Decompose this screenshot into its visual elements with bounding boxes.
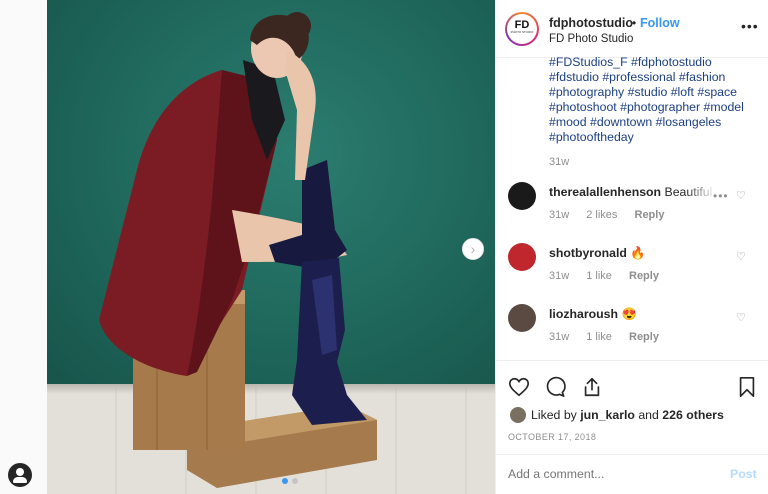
comment-input[interactable] [508,467,708,481]
comment-text: 😍 [621,307,637,321]
caption-line[interactable]: #photooftheday [549,130,749,145]
commenter-avatar[interactable] [508,243,536,271]
reply-button[interactable]: Reply [635,209,665,221]
commenter-avatar[interactable] [508,182,536,210]
caption-line[interactable]: #FDStudios_F #fdphotostudio [549,55,749,70]
reply-button[interactable]: Reply [629,331,659,343]
post-username[interactable]: fdphotostudio [549,16,633,30]
model-illustration [99,12,377,488]
post-comment-button[interactable]: Post [730,467,757,481]
post-actions: Liked by jun_karlo and 226 others OCTOBE… [496,360,768,490]
more-icon[interactable]: ••• [741,18,759,34]
caption-timestamp[interactable]: 31w [549,156,569,168]
comment-time: 31w [549,270,570,282]
caption-line[interactable]: #photoshoot #photographer #model [549,100,749,115]
commenter-avatar[interactable] [508,304,536,332]
comment-heart-icon[interactable]: ♡ [736,189,748,202]
comment-heart-icon[interactable]: ♡ [736,311,748,324]
carousel-indicator [282,478,298,484]
comment-item: liozharoush 😍 ♡ 31w 1 like Reply [496,304,768,364]
post-header: FD PHOTO STUDIO fdphotostudio • Follow F… [496,0,768,58]
comment-heart-icon[interactable]: ♡ [736,250,748,263]
post-photo[interactable] [47,0,495,494]
comment-likes[interactable]: 2 likes [586,209,617,221]
carousel-dot-active [282,478,288,484]
comment-likes[interactable]: 1 like [586,331,612,343]
comment-likes[interactable]: 1 like [586,270,612,282]
instagram-post-view: › FD PHOTO STUDIO fdphotostudio • Follow… [0,0,768,494]
comment-item: shotbyronald 🔥 ♡ 31w 1 like Reply [496,243,768,303]
profile-full-name[interactable]: FD Photo Studio [549,33,633,45]
commenter-username[interactable]: shotbyronald [549,246,627,260]
comment-time: 31w [549,331,570,343]
liker-avatar[interactable] [510,407,526,423]
add-comment-bar: Post [496,454,768,491]
likes-summary: Liked by jun_karlo and 226 others [531,408,724,422]
heart-icon[interactable] [508,376,530,398]
likes-count[interactable]: 226 others [662,408,724,422]
caption-line[interactable]: #photography #studio #loft #space [549,85,749,100]
liker-username[interactable]: jun_karlo [580,408,635,422]
logo-text: FD [514,19,530,31]
chevron-right-icon[interactable]: › [462,238,484,260]
bookmark-icon[interactable] [736,376,758,398]
commenter-username[interactable]: therealallenhenson [549,185,661,199]
reply-button[interactable]: Reply [629,270,659,282]
profile-avatar[interactable]: FD PHOTO STUDIO [505,12,539,46]
share-icon[interactable] [581,376,603,398]
caption-line[interactable]: #mood #downtown #losangeles [549,115,749,130]
follow-button[interactable]: Follow [640,16,680,30]
post-date[interactable]: OCTOBER 17, 2018 [508,432,596,442]
comment-more-icon[interactable]: ••• [713,189,729,203]
user-icon[interactable] [8,463,32,487]
commenter-username[interactable]: liozharoush [549,307,618,321]
carousel-dot [292,478,298,484]
caption-line[interactable]: #fdstudio #professional #fashion [549,70,749,85]
separator-dot: • [632,16,637,30]
comment-icon[interactable] [544,376,566,398]
post-caption: #FDStudios_F #fdphotostudio #fdstudio #p… [549,55,749,145]
comment-text: 🔥 [630,246,646,260]
post-details-panel: FD PHOTO STUDIO fdphotostudio • Follow F… [495,0,768,494]
comment-time: 31w [549,209,570,221]
logo-subtext: PHOTO STUDIO [510,30,534,34]
comment-item: therealallenhenson Beautiful ••• ♡ 31w 2… [496,182,768,242]
